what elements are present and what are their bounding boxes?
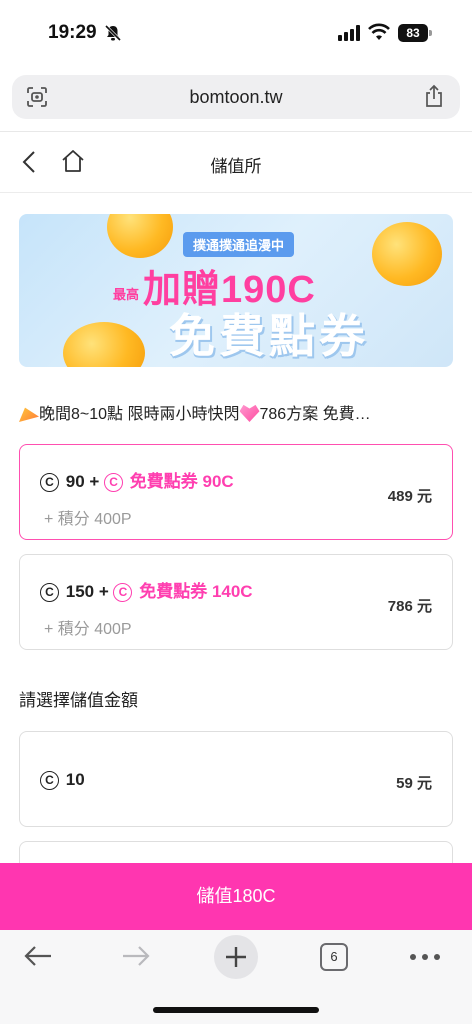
charge-button[interactable]: 儲值180C (0, 863, 472, 930)
package-coins: 90 + (65, 472, 100, 491)
more-options-icon[interactable] (408, 950, 442, 962)
package-card-90[interactable]: C 90 + C 免費點券 90C + 積分 400P 489 元 (19, 444, 453, 540)
status-bar: 19:29 83 (0, 0, 472, 64)
heart-gift-icon (239, 404, 260, 422)
section-title: 請選擇儲值金額 (19, 691, 138, 710)
promo-text-before: 晚間8~10點 限時兩小時快閃 (39, 406, 240, 423)
amount-card-10[interactable]: C 10 59 元 (19, 731, 453, 827)
amount-coins-row: C 10 (40, 770, 85, 790)
promo-line: 晚間8~10點 限時兩小時快閃 786方案 免費… (19, 400, 459, 424)
amount-coins: 10 (65, 770, 85, 789)
new-tab-plus-icon[interactable] (214, 935, 258, 979)
coin-icon: C (104, 473, 124, 492)
battery-cap (429, 30, 432, 36)
banner-prefix: 最高 (113, 287, 140, 302)
battery-level: 83 (398, 24, 428, 42)
browser-back-icon[interactable] (22, 944, 54, 968)
package-points: + 積分 400P (44, 511, 132, 528)
package-bonus: 免費點券 140C (139, 582, 253, 601)
promo-banner[interactable]: 撲通撲通追漫中 最高 加贈190C 免費點券 (19, 214, 453, 367)
battery-icon: 83 (398, 24, 432, 42)
url-text[interactable]: bomtoon.tw (12, 87, 460, 108)
cellular-signal-icon (338, 25, 362, 41)
package-coins-row: C 150 + C 免費點券 140C (40, 577, 253, 602)
status-time: 19:29 (48, 22, 97, 43)
package-coins: 150 + (65, 582, 109, 601)
page-title: 儲值所 (210, 157, 262, 176)
amount-price: 59 元 (396, 775, 432, 792)
coin-icon: C (40, 583, 59, 602)
wifi-icon (368, 23, 390, 41)
coin-icon: C (40, 473, 59, 492)
page-header: 儲值所 (0, 131, 472, 193)
package-bonus: 免費點券 90C (129, 472, 234, 491)
bell-off-icon (104, 24, 122, 42)
address-bar[interactable]: bomtoon.tw (12, 75, 460, 119)
coin-decoration (372, 222, 442, 286)
promo-text-after: 786方案 免費… (259, 406, 371, 423)
package-points: + 積分 400P (44, 621, 132, 638)
party-popper-icon (19, 407, 39, 422)
share-icon[interactable] (424, 84, 444, 108)
package-coins-row: C 90 + C 免費點券 90C (40, 467, 234, 492)
coin-icon: C (113, 583, 133, 602)
banner-subheadline: 免費點券 (169, 310, 369, 362)
package-price: 489 元 (387, 488, 432, 505)
home-indicator (153, 1007, 319, 1013)
coin-icon: C (40, 771, 59, 790)
coin-decoration (107, 214, 173, 258)
banner-tag: 撲通撲通追漫中 (183, 232, 295, 257)
coin-decoration (63, 322, 145, 367)
tabs-count-icon[interactable]: 6 (320, 943, 348, 971)
package-card-150[interactable]: C 150 + C 免費點券 140C + 積分 400P 786 元 (19, 554, 453, 650)
package-price: 786 元 (387, 598, 432, 615)
browser-forward-icon[interactable] (120, 944, 152, 968)
